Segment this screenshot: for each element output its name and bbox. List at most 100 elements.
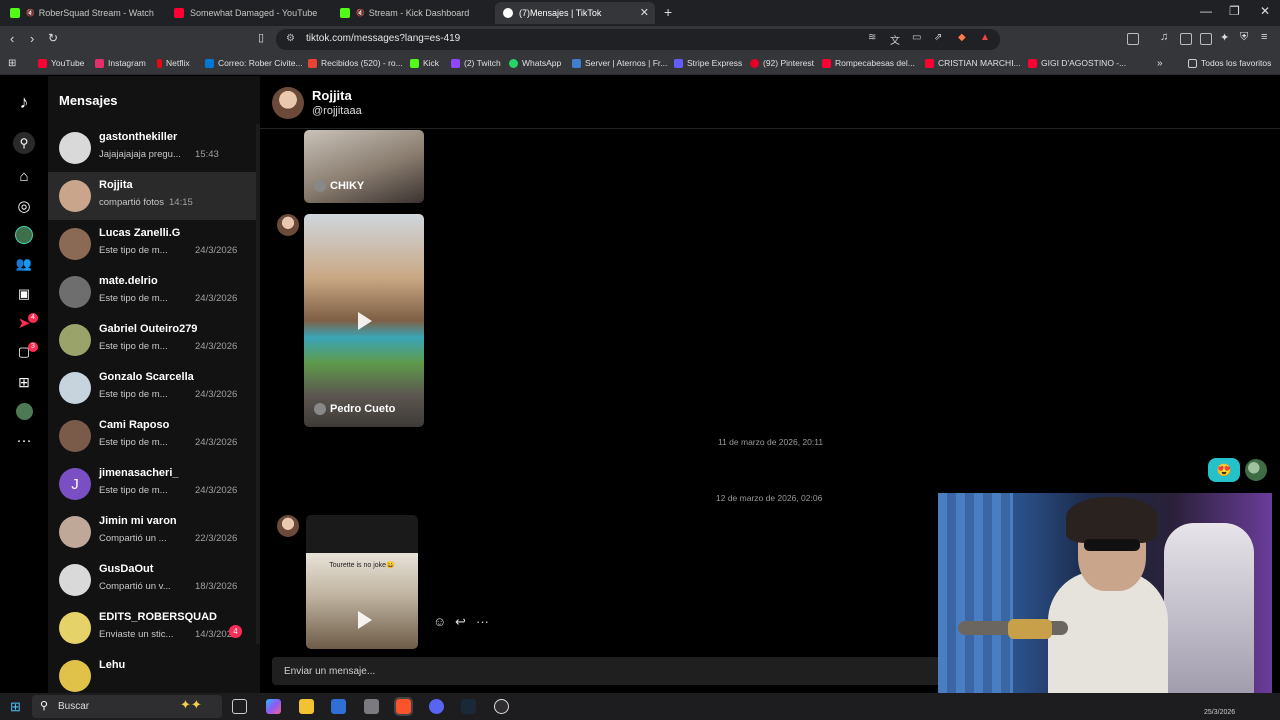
bookmark-rompecabezas[interactable]: Rompecabesas del... xyxy=(822,58,915,68)
vpn-icon[interactable]: ⛨ xyxy=(1240,31,1248,44)
tiktok-logo-icon[interactable]: ♪ xyxy=(14,92,34,112)
my-avatar[interactable] xyxy=(1245,459,1267,481)
chat-contact-handle[interactable]: @rojjitaaa xyxy=(312,105,362,117)
forward-icon[interactable]: › xyxy=(30,31,34,46)
bookmark-kick[interactable]: Kick xyxy=(410,58,439,68)
message-input[interactable] xyxy=(272,657,948,685)
conversation-item[interactable]: Cami Raposo Este tipo de m... 24/3/2026 xyxy=(48,412,256,460)
more-options-icon[interactable]: ··· xyxy=(476,614,489,629)
youtube-icon xyxy=(174,8,184,18)
discord-icon[interactable] xyxy=(429,699,444,714)
copilot-icon[interactable] xyxy=(266,699,281,714)
brave-browser-icon[interactable] xyxy=(394,697,413,716)
brave-shield-icon[interactable]: ◆ xyxy=(958,32,966,43)
conversation-time: 24/3/2026 xyxy=(195,389,238,400)
conversation-item[interactable]: Rojjita compartió fotos 14:15 xyxy=(48,172,256,220)
wallet-icon[interactable] xyxy=(1200,33,1212,45)
bookmark-gmail[interactable]: Recibidos (520) - ro... xyxy=(308,58,403,68)
explore-icon[interactable]: ◎ xyxy=(14,196,34,216)
chat-avatar[interactable] xyxy=(272,87,304,119)
tab-kick-dashboard[interactable]: 🔇 Stream - Kick Dashboard xyxy=(332,2,492,24)
live-icon[interactable]: ▣ xyxy=(14,284,34,304)
upload-icon[interactable]: ⊞ xyxy=(14,372,34,392)
nav-rail: ♪ ⚲ ⌂ ◎ 👥 ▣ ➤ 4 ▢ 3 ⊞ ··· xyxy=(0,76,48,693)
apps-grid-icon[interactable]: ⊞ xyxy=(8,58,16,69)
conversation-item[interactable]: Gonzalo Scarcella Este tipo de m... 24/3/2… xyxy=(48,364,256,412)
restore-icon[interactable]: ❐ xyxy=(1229,4,1240,18)
shared-video-pedro-cueto[interactable]: Pedro Cueto xyxy=(304,214,424,427)
menu-icon[interactable]: ≡ xyxy=(1261,31,1267,43)
leo-ai-icon[interactable]: ✦ xyxy=(1220,31,1229,44)
bookmark-instagram[interactable]: Instagram xyxy=(95,58,146,68)
obs-icon[interactable] xyxy=(494,699,509,714)
tab-somewhat-damaged[interactable]: Somewhat Damaged - YouTube xyxy=(166,2,326,24)
conversation-item[interactable]: Jjimenasacheri_ Este tipo de m... 24/3/202… xyxy=(48,460,256,508)
conversation-item[interactable]: Gabriel Outeiro279 Este tipo de m... 24/3/… xyxy=(48,316,256,364)
more-icon[interactable]: ··· xyxy=(14,430,34,450)
bookmark-aternos[interactable]: Server | Aternos | Fr... xyxy=(572,58,667,68)
back-icon[interactable]: ‹ xyxy=(10,31,14,46)
conversation-item[interactable]: Lucas Zanelli.G Este tipo de m... 24/3/202… xyxy=(48,220,256,268)
bookmark-icon[interactable]: ▯ xyxy=(258,31,264,44)
tab-tiktok-messages[interactable]: (7)Mensajes | TikTok ✕ xyxy=(495,2,655,24)
reading-list-icon[interactable] xyxy=(1180,33,1192,45)
media-icon[interactable]: ♫ xyxy=(1160,31,1168,43)
shared-video-chiky[interactable]: CHIKY xyxy=(304,130,424,203)
bookmark-netflix[interactable]: Netflix xyxy=(157,58,190,68)
sidebar-toggle-icon[interactable] xyxy=(1127,33,1139,45)
home-icon[interactable]: ⌂ xyxy=(14,166,34,186)
conversation-item[interactable]: mate.delrio Este tipo de m... 24/3/2026 xyxy=(48,268,256,316)
new-tab-icon[interactable]: + xyxy=(664,4,672,20)
share-icon[interactable]: ⇗ xyxy=(934,32,942,43)
taskbar-search[interactable]: ⚲ Buscar ✦✦ xyxy=(32,695,222,718)
conversation-name: Gabriel Outeiro279 xyxy=(99,323,198,335)
bookmark-stripe[interactable]: Stripe Express xyxy=(674,58,742,68)
friends-icon[interactable]: 👥 xyxy=(14,254,34,274)
cast-icon[interactable]: ▭ xyxy=(912,32,921,43)
chevron-right-icon[interactable]: » xyxy=(1157,58,1163,69)
sender-avatar[interactable] xyxy=(277,515,299,537)
conversation-item[interactable]: Jimin mi varon Compartió un ... 22/3/2026 xyxy=(48,508,256,556)
close-tab-icon[interactable]: ✕ xyxy=(640,6,649,19)
reload-icon[interactable]: ↻ xyxy=(48,31,58,45)
chat-contact-name[interactable]: Rojjita xyxy=(312,88,352,103)
profile-avatar-icon[interactable] xyxy=(14,401,34,421)
bookmark-whatsapp[interactable]: WhatsApp xyxy=(509,58,561,68)
conversation-time: 24/3/2026 xyxy=(195,293,238,304)
reply-icon[interactable]: ↩ xyxy=(455,614,466,630)
all-favorites[interactable]: Todos los favoritos xyxy=(1188,58,1271,68)
sent-emoji-message[interactable]: 😍 xyxy=(1208,458,1240,482)
steam-icon[interactable] xyxy=(461,699,476,714)
app-icon[interactable] xyxy=(364,699,379,714)
translate-icon[interactable]: 文 xyxy=(890,32,900,47)
conversation-item[interactable]: GusDaOut Compartió un v... 18/3/2026 xyxy=(48,556,256,604)
following-avatar-icon[interactable] xyxy=(14,225,34,245)
sender-avatar[interactable] xyxy=(277,214,299,236)
conversation-item[interactable]: gastonthekiller Jajajajajaja pregu... 15:4… xyxy=(48,124,256,172)
task-view-icon[interactable] xyxy=(232,699,247,714)
bookmark-pinterest[interactable]: (92) Pinterest xyxy=(750,58,814,68)
close-window-icon[interactable]: ✕ xyxy=(1260,4,1270,18)
creator-avatar xyxy=(314,180,326,192)
bookmark-twitch[interactable]: (2) Twitch xyxy=(451,58,501,68)
store-icon[interactable] xyxy=(331,699,346,714)
shared-video-tourette[interactable]: Tourette is no joke😀 xyxy=(306,515,418,649)
search-icon[interactable]: ⚲ xyxy=(13,132,35,154)
minimize-icon[interactable]: — xyxy=(1200,4,1212,18)
tab-robersquad-stream[interactable]: 🔇 RoberSquad Stream - Watch Live xyxy=(2,2,154,24)
reader-mode-icon[interactable]: ≋ xyxy=(868,32,876,43)
address-bar[interactable]: ⚙ tiktok.com/messages?lang=es-419 ≋ 文 ▭ … xyxy=(276,29,1000,50)
bookmark-youtube[interactable]: YouTube xyxy=(38,58,84,68)
bookmarks-bar: ⊞ YouTube Instagram Netflix Correo: Robe… xyxy=(0,53,1280,75)
browser-toolbar: ‹ › ↻ ▯ ⚙ tiktok.com/messages?lang=es-41… xyxy=(0,26,1280,53)
file-explorer-icon[interactable] xyxy=(299,699,314,714)
bookmark-correo[interactable]: Correo: Rober Civite... xyxy=(205,58,303,68)
conversation-item[interactable]: Lehu xyxy=(48,652,256,693)
bookmark-cristian[interactable]: CRISTIAN MARCHI... xyxy=(925,58,1021,68)
windows-start-icon[interactable]: ⊞ xyxy=(10,699,21,715)
brave-rewards-icon[interactable]: ▲ xyxy=(980,32,990,43)
bookmark-gigi[interactable]: GIGI D'AGOSTINO -... xyxy=(1028,58,1126,68)
conversation-item[interactable]: EDITS_ROBERSQUAD Enviaste un stic... 14/3/… xyxy=(48,604,256,652)
react-emoji-icon[interactable]: ☺ xyxy=(433,614,446,629)
site-info-icon[interactable]: ⚙ xyxy=(286,33,295,44)
